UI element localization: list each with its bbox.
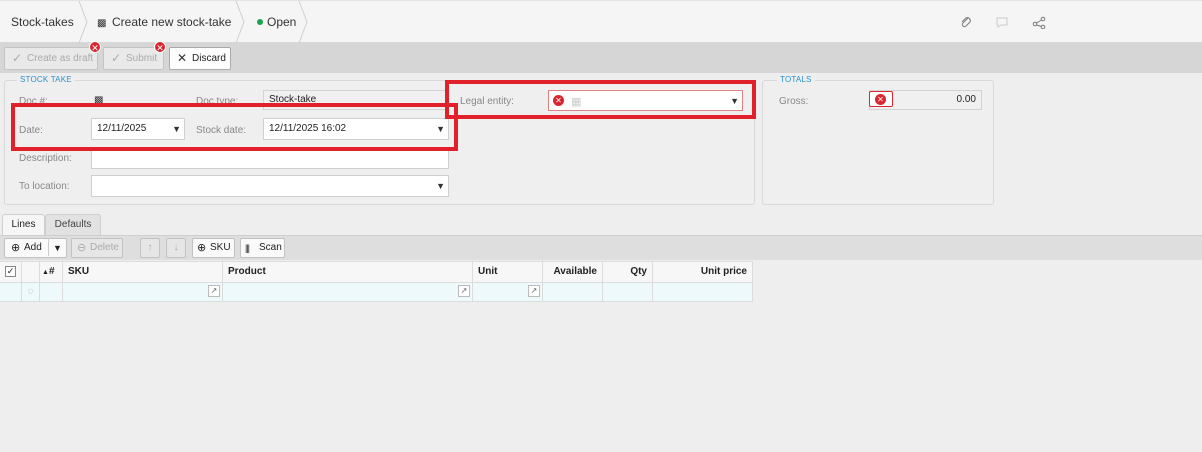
arrow-down-icon: ↓ (173, 242, 179, 253)
action-toolbar: ✓ Create as draft ✕ ✓ Submit ✕ ✕ Discard (0, 41, 1202, 73)
stock-take-legend: STOCK TAKE (17, 75, 75, 84)
date-field[interactable]: 12/11/2025 ▼ (91, 118, 185, 140)
move-down-button[interactable]: ↓ (166, 238, 186, 258)
to-location-select[interactable]: ▼ (91, 175, 449, 197)
plus-circle-icon: ⊕ (197, 242, 207, 254)
comment-icon[interactable] (995, 15, 1009, 29)
status-badge: Open (257, 1, 296, 43)
breadcrumb-current: ▩ Create new stock-take (97, 1, 231, 43)
breadcrumb-separator (298, 1, 308, 43)
minus-circle-icon: ⊖ (77, 242, 87, 254)
close-icon: ✕ (177, 51, 188, 65)
discard-button[interactable]: ✕ Discard (169, 47, 231, 70)
column-header-blank (22, 261, 40, 283)
select-all-checkbox[interactable]: ✓ (0, 261, 22, 283)
arrow-up-icon: ↑ (147, 242, 153, 253)
loading-icon: ◌ (22, 283, 40, 302)
sort-icon: ▲ (42, 269, 49, 276)
column-header-product[interactable]: Product (223, 261, 473, 283)
table-row-cell[interactable] (0, 283, 22, 302)
tab-defaults[interactable]: Defaults (45, 214, 101, 235)
error-icon: ✕ (553, 95, 564, 106)
open-external-icon[interactable]: ↗ (208, 285, 220, 297)
stock-date-label: Stock date: (196, 125, 247, 136)
doc-type-label: Doc type: (196, 96, 239, 107)
chevron-down-icon[interactable]: ▼ (730, 91, 739, 111)
unit-cell[interactable]: ↗ (473, 283, 543, 302)
chevron-down-icon[interactable]: ▼ (53, 239, 62, 257)
lines-toolbar: ⊕ Add ▼ ⊖ Delete ↑ ↓ ⊕ SKU ||| Scan (0, 235, 1202, 260)
building-icon: ▦ (571, 96, 582, 108)
check-icon: ✓ (12, 51, 23, 65)
doc-number-label: Doc #: (19, 96, 48, 107)
date-label: Date: (19, 125, 43, 136)
sku-button[interactable]: ⊕ SKU (192, 238, 235, 258)
check-icon: ✓ (111, 51, 122, 65)
table-row-cell[interactable] (40, 283, 63, 302)
stock-date-field[interactable]: 12/11/2025 16:02 ▼ (263, 118, 449, 140)
breadcrumb-separator (78, 1, 88, 43)
add-button[interactable]: ⊕ Add ▼ (4, 238, 67, 258)
chevron-down-icon[interactable]: ▼ (172, 119, 181, 139)
open-external-icon[interactable]: ↗ (458, 285, 470, 297)
chevron-down-icon[interactable]: ▼ (436, 176, 445, 196)
paperclip-icon[interactable] (959, 15, 973, 29)
breadcrumb-stock-takes[interactable]: Stock-takes (11, 1, 74, 43)
plus-circle-icon: ⊕ (11, 242, 21, 254)
qty-cell[interactable] (603, 283, 653, 302)
create-as-draft-button[interactable]: ✓ Create as draft (4, 47, 98, 70)
unit-price-cell[interactable] (653, 283, 753, 302)
totals-legend: TOTALS (777, 75, 815, 84)
column-header-sku[interactable]: SKU (63, 261, 223, 283)
doc-type-field: Stock-take (263, 90, 449, 110)
share-icon[interactable] (1032, 15, 1046, 30)
column-header-unit-price[interactable]: Unit price (653, 261, 753, 283)
error-icon: ✕ (89, 41, 101, 53)
available-cell (543, 283, 603, 302)
error-icon: ✕ (875, 94, 886, 105)
legal-entity-select[interactable]: ✕ ▦ ▼ (548, 90, 743, 111)
cube-icon: ▩ (94, 95, 104, 106)
column-header-qty[interactable]: Qty (603, 261, 653, 283)
column-header-unit[interactable]: Unit (473, 261, 543, 283)
header-bar: Stock-takes ▩ Create new stock-take Open (0, 0, 1202, 43)
barcode-icon: ||| (245, 243, 250, 253)
status-dot-icon (257, 18, 263, 25)
description-input[interactable] (91, 149, 449, 169)
delete-button[interactable]: ⊖ Delete (71, 238, 123, 258)
stock-take-panel: STOCK TAKE Doc #: ▩ Doc type: Stock-take… (4, 75, 755, 205)
open-external-icon[interactable]: ↗ (528, 285, 540, 297)
breadcrumb-separator (235, 1, 245, 43)
error-indicator: ✕ (869, 91, 893, 107)
column-header-available[interactable]: Available (543, 261, 603, 283)
legal-entity-label: Legal entity: (460, 96, 514, 107)
column-header-number[interactable]: ▲# (40, 261, 63, 283)
error-icon: ✕ (154, 41, 166, 53)
sku-cell[interactable]: ↗ (63, 283, 223, 302)
tab-lines[interactable]: Lines (2, 214, 45, 236)
description-label: Description: (19, 153, 72, 164)
to-location-label: To location: (19, 181, 70, 192)
cube-icon: ▩ (97, 18, 107, 29)
totals-panel: TOTALS Gross: 0.00 ✕ (762, 75, 994, 205)
chevron-down-icon[interactable]: ▼ (436, 119, 445, 139)
gross-label: Gross: (779, 96, 809, 107)
scan-button[interactable]: ||| Scan (240, 238, 285, 258)
product-cell[interactable]: ↗ (223, 283, 473, 302)
move-up-button[interactable]: ↑ (140, 238, 160, 258)
lines-grid: ✓ ▲# SKU Product Unit Available Qty Unit… (0, 261, 753, 303)
